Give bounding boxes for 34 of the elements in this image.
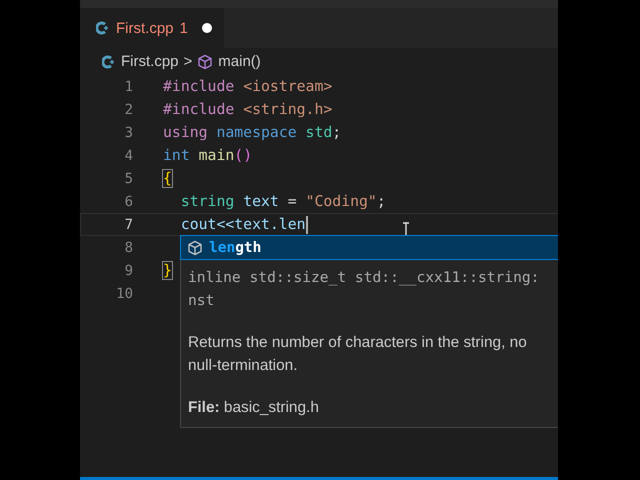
breadcrumb-file[interactable]: First.cpp xyxy=(121,53,179,70)
code-line: #include <iostream> xyxy=(163,78,332,95)
line-number: 4 xyxy=(124,148,133,164)
tab-label: First.cpp xyxy=(116,20,174,36)
line-number: 8 xyxy=(124,240,133,256)
description-text: Returns the number of characters in the string, no xyxy=(188,333,528,353)
code-line: } xyxy=(163,262,172,279)
signature-text: nst xyxy=(188,291,216,311)
suggestion-item[interactable]: length xyxy=(180,235,558,260)
code-line: { xyxy=(163,170,172,187)
breadcrumb-symbol[interactable]: main() xyxy=(218,53,261,70)
code-line: int main() xyxy=(163,147,252,164)
line-number: 6 xyxy=(124,194,133,210)
cube-icon xyxy=(197,54,214,70)
code-line: using namespace std; xyxy=(163,124,342,141)
code-line: string text = "Coding"; xyxy=(180,193,386,210)
cpp-file-icon xyxy=(96,21,110,35)
line-number: 7 xyxy=(124,216,133,232)
code-line: cout<<text.len xyxy=(180,216,308,234)
line-number: 2 xyxy=(124,102,133,118)
line-number: 3 xyxy=(124,124,133,140)
breadcrumb-separator: > xyxy=(184,53,192,70)
description-text: null-termination. xyxy=(188,356,298,376)
line-number: 9 xyxy=(124,262,133,278)
code-line: #include <string.h> xyxy=(163,101,332,118)
problem-count: 1 xyxy=(180,20,188,36)
cpp-file-icon xyxy=(102,54,116,68)
line-number: 1 xyxy=(124,78,133,94)
cube-icon xyxy=(187,240,203,256)
line-number: 10 xyxy=(115,286,133,302)
signature-text: inline std::size_t std::__cxx11::string: xyxy=(188,268,540,288)
file-info: File: basic_string.h xyxy=(188,398,320,418)
line-number: 5 xyxy=(124,170,133,186)
editor-tab[interactable]: First.cpp 1 xyxy=(80,8,224,48)
